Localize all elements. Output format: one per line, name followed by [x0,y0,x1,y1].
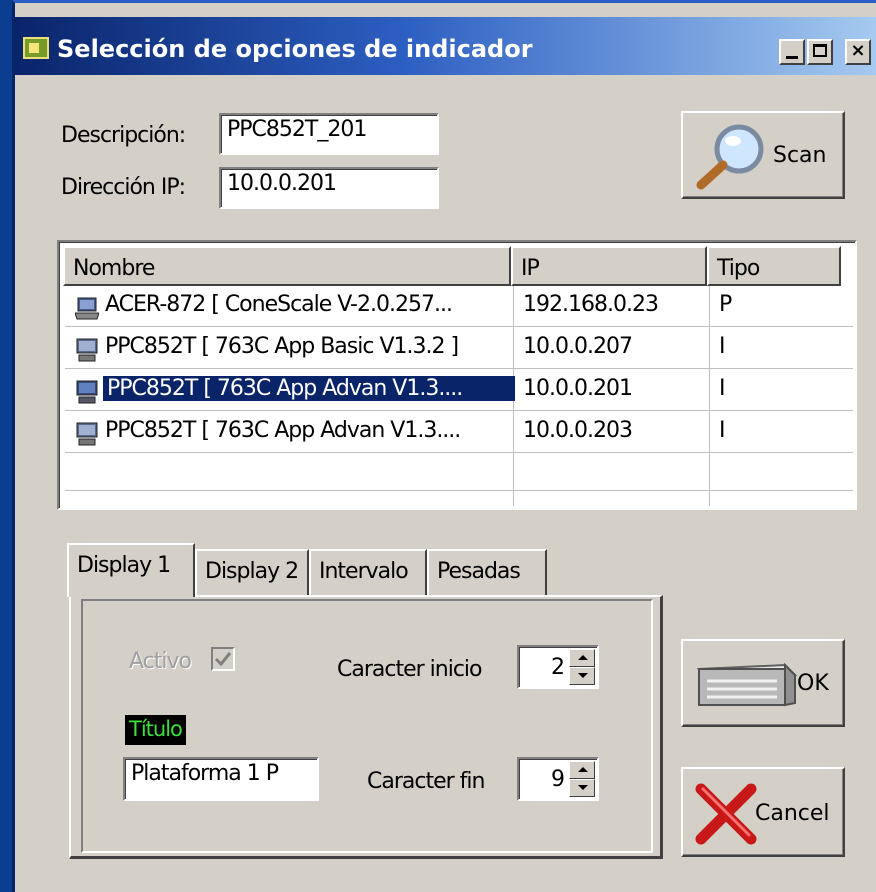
spin-down-button[interactable] [569,667,595,685]
spin-up-button[interactable] [569,761,595,779]
magnifier-icon [696,124,764,190]
printer-icon [696,662,797,707]
close-button[interactable]: × [845,39,871,65]
cell-ip: 10.0.0.203 [523,418,633,443]
window-title: Selección de opciones de indicador [57,35,533,63]
titulo-input[interactable]: Plataforma 1 P [123,757,319,801]
spinner-arrows [569,761,595,797]
scan-label: Scan [773,143,827,168]
cancel-button[interactable]: Cancel [681,767,845,857]
minimize-button[interactable] [779,39,805,65]
device-list[interactable]: Nombre IP Tipo ACER-872 [ ConeScale V-2.… [57,240,857,510]
cell-ip: 10.0.0.201 [523,376,633,401]
tab-intervalo[interactable]: Intervalo [309,549,427,595]
caracter-fin-value: 9 [551,767,565,792]
tab-pesadas[interactable]: Pesadas [427,549,547,595]
spin-down-button[interactable] [569,779,595,797]
cell-nombre: PPC852T [ 763C App Basic V1.3.2 ] [105,334,459,359]
checkmark-icon [214,652,232,667]
ip-input[interactable]: 10.0.0.201 [219,167,439,209]
grid-line [65,490,853,491]
computer-icon [76,422,98,446]
titulo-label: Título [125,715,186,745]
column-header-nombre[interactable]: Nombre [63,246,511,286]
ok-label: OK [797,671,829,696]
cell-nombre: PPC852T [ 763C App Advan V1.3.... [105,418,461,443]
red-x-icon [695,783,757,845]
scan-button[interactable]: Scan [681,111,845,199]
list-row-selected[interactable]: PPC852T [ 763C App Advan V1.3.... 10.0.0… [65,372,853,412]
tab-display-2[interactable]: Display 2 [195,549,309,595]
app-icon [23,37,49,59]
column-header-ip[interactable]: IP [511,246,707,286]
caracter-fin-label: Caracter fin [367,769,485,794]
cancel-label: Cancel [755,801,830,826]
cell-nombre: ACER-872 [ ConeScale V-2.0.257... [105,292,453,317]
descripcion-input[interactable]: PPC852T_201 [219,113,439,155]
column-header-tipo[interactable]: Tipo [707,246,841,286]
descripcion-label: Descripción: [61,123,186,148]
cell-tipo: I [719,418,725,443]
list-row[interactable]: PPC852T [ 763C App Basic V1.3.2 ] 10.0.0… [65,330,853,370]
ok-button[interactable]: OK [681,639,845,727]
computer-icon [76,338,98,362]
list-row[interactable]: ACER-872 [ ConeScale V-2.0.257... 192.16… [65,288,853,328]
cell-ip: 192.168.0.23 [523,292,659,317]
tab-display-1[interactable]: Display 1 [67,543,195,597]
title-bar[interactable]: Selección de opciones de indicador × [15,17,876,75]
caracter-inicio-value: 2 [551,655,565,680]
activo-checkbox[interactable] [211,647,235,671]
computer-icon [76,380,98,404]
caracter-inicio-label: Caracter inicio [337,657,482,682]
ip-label: Dirección IP: [61,175,186,200]
maximize-button[interactable] [807,39,833,65]
cell-nombre: PPC852T [ 763C App Advan V1.3.... [103,376,515,401]
dialog-window: Selección de opciones de indicador × Des… [12,0,876,892]
cell-tipo: P [719,292,732,317]
spinner-arrows [569,649,595,685]
caracter-inicio-spinner[interactable]: 2 [517,645,599,689]
cell-tipo: I [719,376,725,401]
spin-up-button[interactable] [569,649,595,667]
cell-tipo: I [719,334,725,359]
laptop-icon [75,297,99,320]
cell-ip: 10.0.0.207 [523,334,633,359]
list-row[interactable]: PPC852T [ 763C App Advan V1.3.... 10.0.0… [65,414,853,454]
activo-label: Activo [129,649,192,674]
caracter-fin-spinner[interactable]: 9 [517,757,599,801]
